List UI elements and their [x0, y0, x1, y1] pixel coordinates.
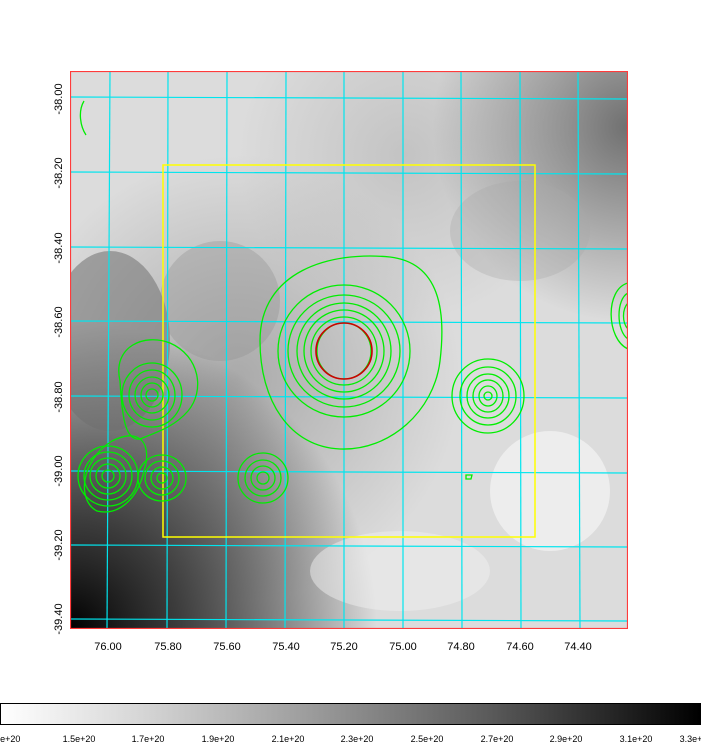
colorbar-label: 1.9e+20 — [201, 734, 235, 744]
y-tick-label: -38.40 — [53, 232, 65, 264]
colorbar-label: 3.3e+20 — [679, 734, 701, 744]
y-tick-label: -39.00 — [53, 455, 65, 487]
colorbar-label: 2.9e+20 — [549, 734, 583, 744]
colorbar-label: 2.5e+20 — [410, 734, 444, 744]
x-tick-label: 76.00 — [94, 641, 122, 653]
colorbar-label: 3.1e+20 — [619, 734, 653, 744]
x-tick-label: 75.00 — [389, 641, 417, 653]
colorbar-label: 2.3e+20 — [340, 734, 374, 744]
colorbar — [0, 703, 701, 725]
colorbar-label: 1.3e+20 — [0, 734, 21, 744]
colorbar-label: 1.5e+20 — [62, 734, 96, 744]
x-tick-label: 75.20 — [330, 641, 358, 653]
colorbar-label: 2.1e+20 — [271, 734, 305, 744]
y-tick-label: -39.40 — [53, 603, 65, 635]
sky-image-plot — [70, 71, 628, 629]
y-tick-label: -39.20 — [53, 529, 65, 561]
y-tick-label: -38.20 — [53, 157, 65, 189]
x-tick-label: 75.80 — [154, 641, 182, 653]
x-tick-label: 75.40 — [272, 641, 300, 653]
x-tick-label: 74.40 — [564, 641, 592, 653]
colorbar-label: 1.7e+20 — [131, 734, 165, 744]
x-tick-label: 74.60 — [506, 641, 534, 653]
x-tick-label: 74.80 — [447, 641, 475, 653]
x-tick-label: 75.60 — [213, 641, 241, 653]
y-tick-label: -38.60 — [53, 306, 65, 338]
y-tick-label: -38.80 — [53, 381, 65, 413]
y-tick-label: -38.00 — [53, 83, 65, 115]
colorbar-label: 2.7e+20 — [480, 734, 514, 744]
